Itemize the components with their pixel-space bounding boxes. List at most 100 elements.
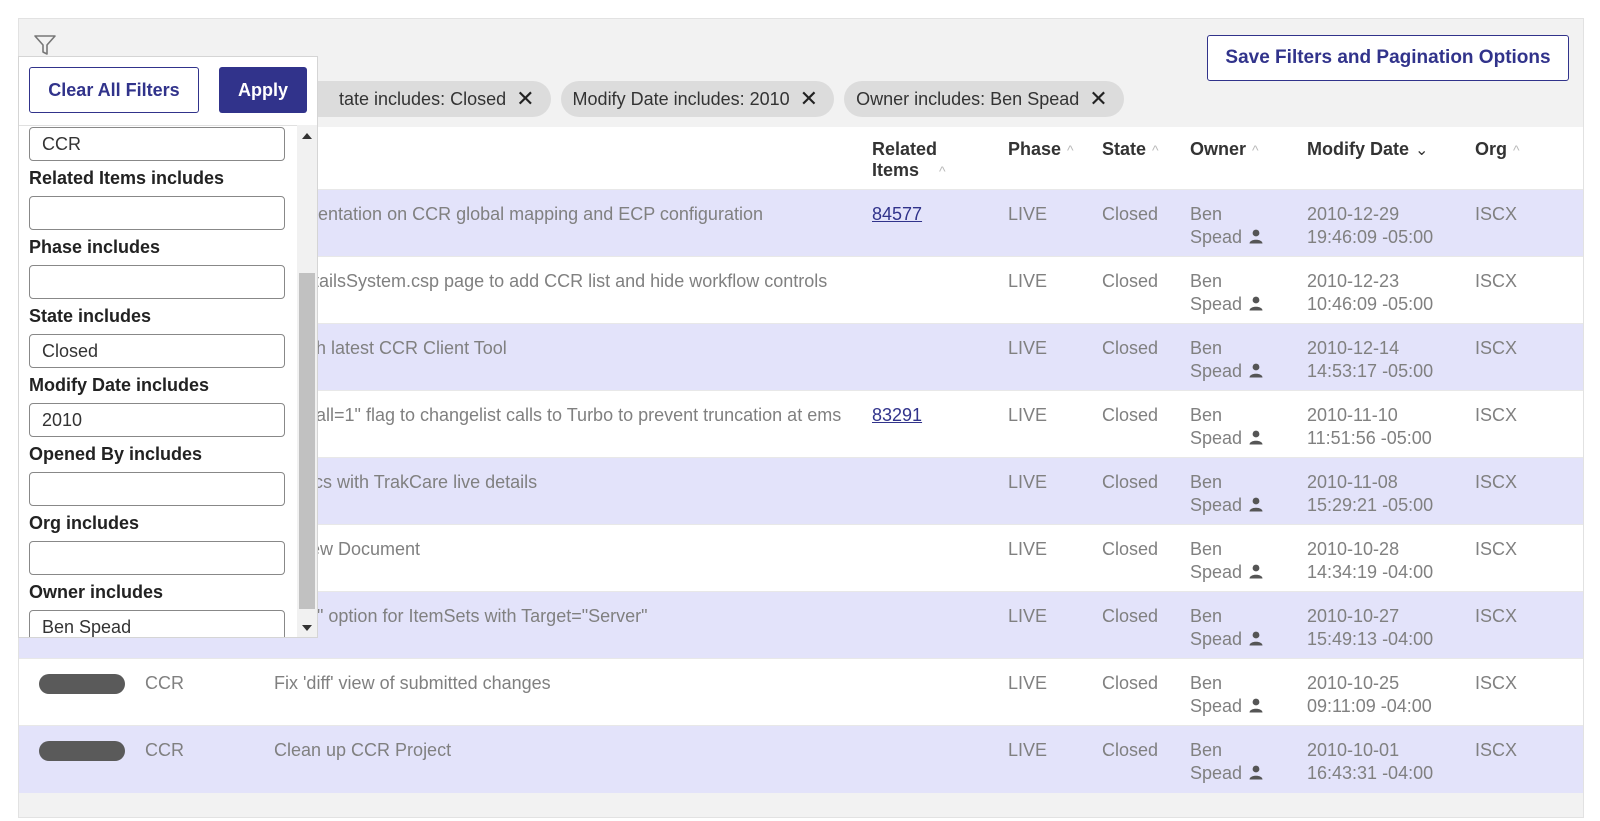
modify-date: 2010-10-28 (1307, 539, 1400, 559)
modify-time: 10:46:09 -05:00 (1307, 294, 1434, 314)
owner-last-name: Spead (1190, 495, 1243, 515)
phase-cell: LIVE (1000, 256, 1094, 324)
column-header-phase[interactable]: Phase ^ (1000, 127, 1094, 190)
phase-cell: LIVE (1000, 524, 1094, 592)
close-icon[interactable]: ✕ (1089, 88, 1107, 110)
phase-cell: LIVE (1000, 658, 1094, 726)
person-icon[interactable] (1248, 295, 1264, 311)
related-items-cell (864, 323, 1000, 391)
state-cell: Closed (1094, 256, 1182, 324)
org-cell: ISCX (1467, 390, 1583, 458)
person-icon[interactable] (1248, 429, 1264, 445)
save-filters-button[interactable]: Save Filters and Pagination Options (1207, 35, 1569, 81)
column-header-summary[interactable]: ^ (266, 127, 864, 190)
person-icon[interactable] (1248, 697, 1264, 713)
filter-field-label: Related Items includes (29, 168, 225, 188)
modify-date-cell: 2010-10-27 15:49:13 -04:00 (1299, 591, 1467, 659)
summary-cell: te with latest CCR Client Tool (266, 323, 864, 391)
filter-icon[interactable] (33, 33, 57, 57)
owner-cell: Ben Spead (1182, 256, 1299, 324)
modify-date-cell: 2010-10-28 14:34:19 -04:00 (1299, 524, 1467, 592)
sort-down-icon[interactable]: ⌄ (1415, 142, 1428, 159)
filter-field-input[interactable] (29, 265, 285, 299)
column-header-owner[interactable]: Owner ^ (1182, 127, 1299, 190)
person-icon[interactable] (1248, 362, 1264, 378)
chip-label: Modify Date includes: 2010 (572, 88, 790, 109)
person-icon[interactable] (1248, 630, 1264, 646)
filter-chip-modify-date[interactable]: Modify Date includes: 2010 ✕ (560, 81, 835, 117)
sort-up-icon[interactable]: ^ (939, 163, 946, 179)
close-icon[interactable]: ✕ (516, 88, 534, 110)
modify-date-cell: 2010-12-29 19:46:09 -05:00 (1299, 189, 1467, 257)
scroll-up-icon[interactable] (302, 133, 312, 139)
related-item-link[interactable]: 84577 (872, 204, 922, 224)
owner-first-name: Ben (1190, 338, 1223, 358)
owner-last-name: Spead (1190, 294, 1243, 314)
scroll-down-icon[interactable] (302, 625, 312, 631)
sort-up-icon[interactable]: ^ (1067, 142, 1074, 158)
modify-date: 2010-12-23 (1307, 271, 1400, 291)
person-icon[interactable] (1248, 228, 1264, 244)
person-icon[interactable] (1248, 764, 1264, 780)
filter-field-label: Opened By includes (29, 444, 203, 464)
modify-date-cell: 2010-10-01 16:43:31 -04:00 (1299, 725, 1467, 793)
filter-field-input[interactable]: Ben Spead (29, 610, 285, 637)
table-row[interactable]: CCR Clean up CCR Project LIVE Closed Ben Spea… (19, 725, 1583, 793)
modify-time: 15:29:21 -05:00 (1307, 495, 1434, 515)
column-header-related-items[interactable]: Related Items ^ (864, 127, 1000, 190)
clear-all-filters-button[interactable]: Clear All Filters (29, 67, 199, 113)
filter-chip-state[interactable]: tate includes: Closed ✕ (309, 81, 551, 117)
modify-time: 09:11:09 -04:00 (1307, 696, 1432, 716)
filter-field-input[interactable]: Closed (29, 334, 285, 368)
person-icon[interactable] (1248, 496, 1264, 512)
column-header-modify-date[interactable]: Modify Date ⌄ (1299, 127, 1467, 190)
filter-chip-owner[interactable]: Owner includes: Ben Spead ✕ (844, 81, 1124, 117)
summary-cell: te docs with TrakCare live details (266, 457, 864, 525)
redacted-id (39, 674, 125, 694)
filter-field-label: Owner includes (29, 582, 164, 602)
modify-time: 11:51:56 -05:00 (1307, 428, 1432, 448)
type-filter-input[interactable]: CCR (29, 127, 285, 161)
phase-cell: LIVE (1000, 725, 1094, 793)
owner-first-name: Ben (1190, 204, 1223, 224)
column-header-org[interactable]: Org ^ (1467, 127, 1583, 190)
row-id-cell (19, 725, 137, 793)
person-icon[interactable] (1248, 563, 1264, 579)
filter-panel-scrollbar[interactable] (297, 125, 317, 637)
org-cell: ISCX (1467, 591, 1583, 659)
phase-cell: LIVE (1000, 457, 1094, 525)
filter-field-input[interactable] (29, 472, 285, 506)
owner-last-name: Spead (1190, 696, 1243, 716)
table-row[interactable]: CCR Fix 'diff' view of submitted changes L… (19, 658, 1583, 726)
related-items-cell (864, 457, 1000, 525)
sort-up-icon[interactable]: ^ (1152, 142, 1159, 158)
owner-cell: Ben Spead (1182, 457, 1299, 525)
org-cell: ISCX (1467, 524, 1583, 592)
owner-first-name: Ben (1190, 740, 1223, 760)
owner-first-name: Ben (1190, 539, 1223, 559)
related-items-cell: 84577 (864, 189, 1000, 257)
related-items-cell (864, 725, 1000, 793)
related-items-cell: 83291 (864, 390, 1000, 458)
modify-time: 16:43:31 -04:00 (1307, 763, 1434, 783)
sort-up-icon[interactable]: ^ (1513, 142, 1520, 158)
owner-cell: Ben Spead (1182, 323, 1299, 391)
modify-date: 2010-12-14 (1307, 338, 1400, 358)
close-icon[interactable]: ✕ (800, 88, 818, 110)
summary-cell: Clean up CCR Project (266, 725, 864, 793)
filter-field-input[interactable]: 2010 (29, 403, 285, 437)
modify-time: 15:49:13 -04:00 (1307, 629, 1434, 649)
related-item-link[interactable]: 83291 (872, 405, 922, 425)
scrollbar-thumb[interactable] (299, 273, 315, 609)
filter-field-input[interactable] (29, 196, 285, 230)
modify-date-cell: 2010-11-08 15:29:21 -05:00 (1299, 457, 1467, 525)
apply-button[interactable]: Apply (219, 67, 307, 113)
owner-cell: Ben Spead (1182, 390, 1299, 458)
row-id-cell (19, 658, 137, 726)
sort-up-icon[interactable]: ^ (1252, 142, 1259, 158)
column-header-state[interactable]: State ^ (1094, 127, 1182, 190)
related-items-cell (864, 658, 1000, 726)
related-items-cell (864, 591, 1000, 659)
filter-panel: Clear All Filters Apply CCR Related Item… (18, 56, 318, 638)
filter-field-input[interactable] (29, 541, 285, 575)
